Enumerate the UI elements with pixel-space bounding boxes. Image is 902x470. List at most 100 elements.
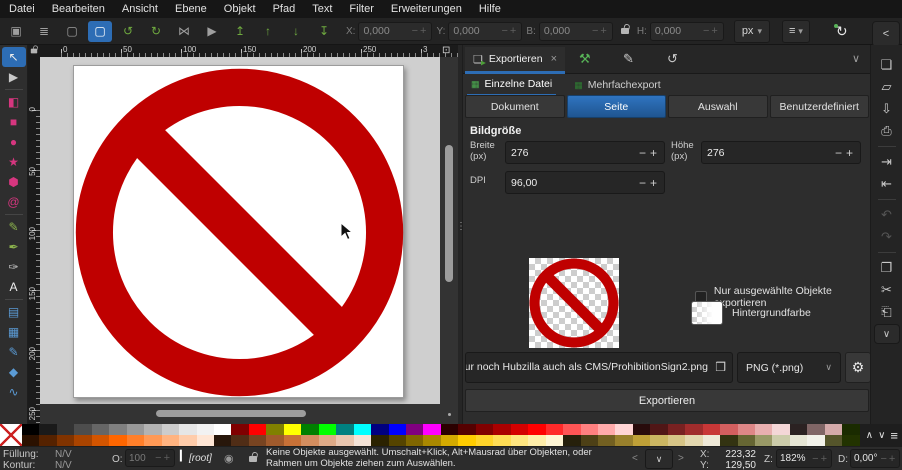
- pen-tool[interactable]: ✒: [2, 237, 26, 257]
- palette-swatch[interactable]: [703, 424, 720, 435]
- palette-swatch[interactable]: [109, 435, 126, 446]
- shape-builder-tool[interactable]: ◧: [2, 92, 26, 112]
- x-minus-button[interactable]: −: [411, 25, 419, 37]
- stroke-value[interactable]: N/V: [55, 460, 72, 470]
- menu-datei[interactable]: Datei: [9, 3, 35, 15]
- edit-checkbox-icon[interactable]: ✎: [623, 51, 634, 67]
- palette-swatch[interactable]: [249, 435, 266, 446]
- palette-swatch[interactable]: [563, 435, 580, 446]
- palette-swatch[interactable]: [563, 424, 580, 435]
- import-button[interactable]: ⇥: [875, 152, 899, 172]
- menu-erweiterungen[interactable]: Erweiterungen: [391, 3, 462, 15]
- refresh-icon[interactable]: ↻: [836, 23, 848, 40]
- palette-swatch[interactable]: [423, 424, 440, 435]
- palette-swatch[interactable]: [738, 424, 755, 435]
- format-dropdown[interactable]: PNG (*.png) ∨: [737, 352, 841, 383]
- palette-swatch[interactable]: [790, 424, 807, 435]
- export-dpi-plus[interactable]: +: [648, 176, 659, 190]
- palette-swatch[interactable]: [214, 435, 231, 446]
- palette-swatch[interactable]: [179, 424, 196, 435]
- chevron-down-icon[interactable]: ∨: [852, 52, 860, 65]
- palette-swatch[interactable]: [458, 424, 475, 435]
- area-button-auswahl[interactable]: Auswahl: [668, 95, 768, 118]
- export-height-plus[interactable]: +: [844, 146, 855, 160]
- palette-swatch[interactable]: [476, 424, 493, 435]
- palette-swatch[interactable]: [720, 424, 737, 435]
- select-all-layers-button[interactable]: ≣: [32, 21, 56, 42]
- flip-horizontal-button[interactable]: ⋈: [172, 21, 196, 42]
- palette-swatch[interactable]: [406, 424, 423, 435]
- palette-swatch[interactable]: [633, 435, 650, 446]
- palette-swatch[interactable]: [720, 435, 737, 446]
- horizontal-ruler[interactable]: 0501001502002503: [40, 45, 458, 57]
- palette-swatch[interactable]: [74, 424, 91, 435]
- palette-swatch[interactable]: [371, 424, 388, 435]
- palette-swatch[interactable]: [197, 424, 214, 435]
- palette-swatch[interactable]: [336, 424, 353, 435]
- palette-swatch[interactable]: [650, 435, 667, 446]
- node-tool[interactable]: ▶: [2, 67, 26, 87]
- y-field[interactable]: 0,000 − +: [448, 22, 522, 41]
- palette-swatch[interactable]: [319, 435, 336, 446]
- zoom-minus[interactable]: −: [811, 453, 819, 465]
- palette-swatch[interactable]: [284, 424, 301, 435]
- spiral-tool[interactable]: @: [2, 192, 26, 212]
- save-button[interactable]: ⇩: [875, 99, 899, 119]
- x-plus-button[interactable]: +: [419, 25, 427, 37]
- zoom-input[interactable]: 182% − +: [776, 449, 832, 468]
- lower-button[interactable]: ↓: [284, 21, 308, 42]
- new-document-button[interactable]: ❏: [875, 55, 899, 75]
- palette-swatch[interactable]: [476, 435, 493, 446]
- area-button-seite[interactable]: Seite: [567, 95, 667, 118]
- export-width-input[interactable]: 276 − +: [505, 141, 665, 164]
- opacity-minus[interactable]: −: [154, 452, 162, 464]
- monitor-icon[interactable]: ⊡: [442, 45, 450, 56]
- palette-swatch[interactable]: [144, 424, 161, 435]
- open-document-button[interactable]: ▱: [875, 77, 899, 97]
- star-tool[interactable]: ★: [2, 152, 26, 172]
- palette-scroll-down-icon[interactable]: ∨: [878, 430, 885, 441]
- palette-swatch[interactable]: [389, 435, 406, 446]
- palette-swatch[interactable]: [319, 424, 336, 435]
- palette-swatch[interactable]: [615, 435, 632, 446]
- copy-button[interactable]: ❐: [875, 258, 899, 278]
- menu-ansicht[interactable]: Ansicht: [122, 3, 158, 15]
- canvas-viewport[interactable]: [40, 57, 440, 404]
- no-color-swatch[interactable]: [0, 424, 22, 446]
- palette-swatch[interactable]: [231, 435, 248, 446]
- vertical-scrollbar[interactable]: [445, 145, 453, 282]
- filename-input[interactable]: n halt nur noch Hubzilla auch als CMS/Pr…: [465, 352, 733, 383]
- palette-swatch[interactable]: [650, 424, 667, 435]
- export-height-minus[interactable]: −: [833, 146, 844, 160]
- extensions-icon[interactable]: ⚒: [579, 51, 591, 67]
- palette-swatch[interactable]: [74, 435, 91, 446]
- horizontal-scrollbar[interactable]: [156, 410, 306, 417]
- palette-swatch[interactable]: [511, 424, 528, 435]
- text-tool[interactable]: A: [2, 277, 26, 297]
- layer-lock-icon[interactable]: [249, 456, 257, 462]
- export-dpi-input[interactable]: 96,00 − +: [505, 171, 665, 194]
- palette-swatch[interactable]: [301, 424, 318, 435]
- palette-swatch[interactable]: [22, 424, 39, 435]
- rotation-plus[interactable]: +: [888, 453, 896, 465]
- area-button-benutzerdefiniert[interactable]: Benutzerdefiniert: [770, 95, 870, 118]
- palette-swatch[interactable]: [92, 424, 109, 435]
- palette-swatch[interactable]: [703, 435, 720, 446]
- paste-button[interactable]: ⎗: [875, 302, 899, 322]
- toolbar-options-dropdown[interactable]: ≡ ▾: [782, 20, 810, 43]
- redo-button[interactable]: ↷: [875, 227, 899, 247]
- tab-einzelne-datei[interactable]: ▦Einzelne Datei: [467, 76, 556, 96]
- selection-mode-button[interactable]: ▢: [88, 21, 112, 42]
- export-height-input[interactable]: 276 − +: [701, 141, 861, 164]
- palette-swatch[interactable]: [790, 435, 807, 446]
- palette-swatch[interactable]: [144, 435, 161, 446]
- palette-scroll-up-icon[interactable]: ∧: [866, 430, 873, 441]
- raise-to-top-button[interactable]: ↥: [228, 21, 252, 42]
- palette-swatch[interactable]: [825, 435, 842, 446]
- palette-swatch[interactable]: [162, 424, 179, 435]
- paint-bucket-tool[interactable]: ◆: [2, 362, 26, 382]
- palette-swatch[interactable]: [179, 435, 196, 446]
- palette-swatch[interactable]: [528, 424, 545, 435]
- ellipse-tool[interactable]: ●: [2, 132, 26, 152]
- raise-button[interactable]: ↑: [256, 21, 280, 42]
